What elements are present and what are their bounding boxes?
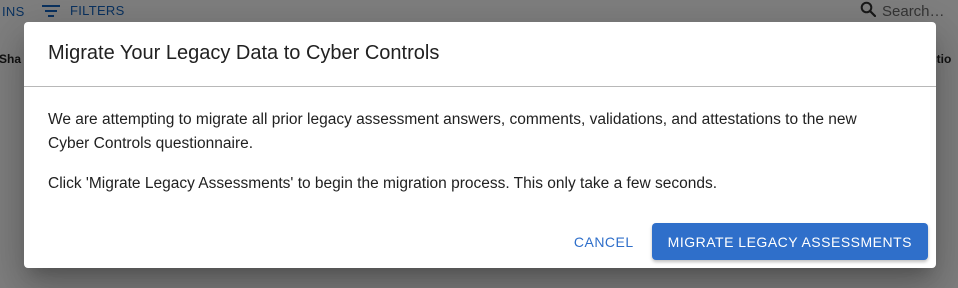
dialog-content: We are attempting to migrate all prior l… <box>48 108 898 196</box>
cancel-button[interactable]: CANCEL <box>570 226 638 258</box>
dialog-title: Migrate Your Legacy Data to Cyber Contro… <box>48 42 440 64</box>
dialog-divider <box>24 86 936 87</box>
page: INS FILTERS Search… Sha ctio <box>0 0 958 288</box>
migrate-legacy-assessments-button[interactable]: MIGRATE LEGACY ASSESSMENTS <box>651 223 928 260</box>
dialog-description: We are attempting to migrate all prior l… <box>48 111 857 152</box>
dialog-actions: CANCEL MIGRATE LEGACY ASSESSMENTS <box>570 223 928 260</box>
migrate-dialog: Migrate Your Legacy Data to Cyber Contro… <box>24 22 936 268</box>
dialog-instructions: Click 'Migrate Legacy Assessments' to be… <box>48 175 718 192</box>
